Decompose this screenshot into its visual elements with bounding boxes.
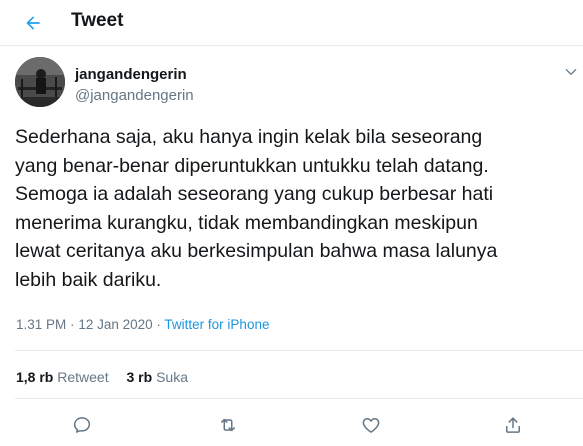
tweet-detail-page: Tweet jangandengerin @jangandengerin Sed…: [0, 0, 583, 446]
more-options-button[interactable]: [561, 62, 581, 82]
back-button[interactable]: [16, 6, 50, 40]
divider: [15, 350, 583, 351]
share-icon: [506, 417, 520, 433]
like-button[interactable]: [356, 410, 386, 440]
tweet-source-link[interactable]: Twitter for iPhone: [164, 317, 269, 332]
heart-icon: [362, 418, 380, 433]
tweet-time[interactable]: 1.31 PM: [16, 317, 66, 332]
tweet-date[interactable]: 12 Jan 2020: [78, 317, 152, 332]
author-display-name[interactable]: jangandengerin: [75, 66, 187, 83]
tweet-meta: 1.31 PM · 12 Jan 2020 · Twitter for iPho…: [16, 317, 269, 332]
share-button[interactable]: [498, 410, 528, 440]
reply-icon: [73, 417, 91, 433]
likes-label: Suka: [156, 369, 188, 385]
tweet-stats: 1,8 rb Retweet 3 rb Suka: [16, 369, 188, 385]
avatar-image: [15, 57, 65, 107]
retweet-button[interactable]: [213, 410, 243, 440]
meta-separator: ·: [156, 317, 161, 332]
retweets-count: 1,8 rb: [16, 369, 54, 385]
top-header: Tweet: [0, 0, 583, 46]
meta-separator: ·: [70, 317, 75, 332]
retweets-stat[interactable]: 1,8 rb Retweet: [16, 369, 113, 385]
reply-button[interactable]: [67, 410, 97, 440]
page-title: Tweet: [71, 10, 124, 31]
chevron-down-icon: [565, 69, 577, 75]
retweet-icon: [221, 418, 235, 432]
divider: [15, 398, 583, 399]
arrow-left-icon: [26, 16, 40, 30]
likes-count: 3 rb: [126, 369, 153, 385]
retweets-label: Retweet: [57, 369, 109, 385]
avatar[interactable]: [15, 57, 65, 107]
author-username[interactable]: @jangandengerin: [75, 87, 194, 104]
tweet-text: Sederhana saja, aku hanya ingin kelak bi…: [15, 126, 498, 291]
likes-stat[interactable]: 3 rb Suka: [127, 369, 189, 385]
